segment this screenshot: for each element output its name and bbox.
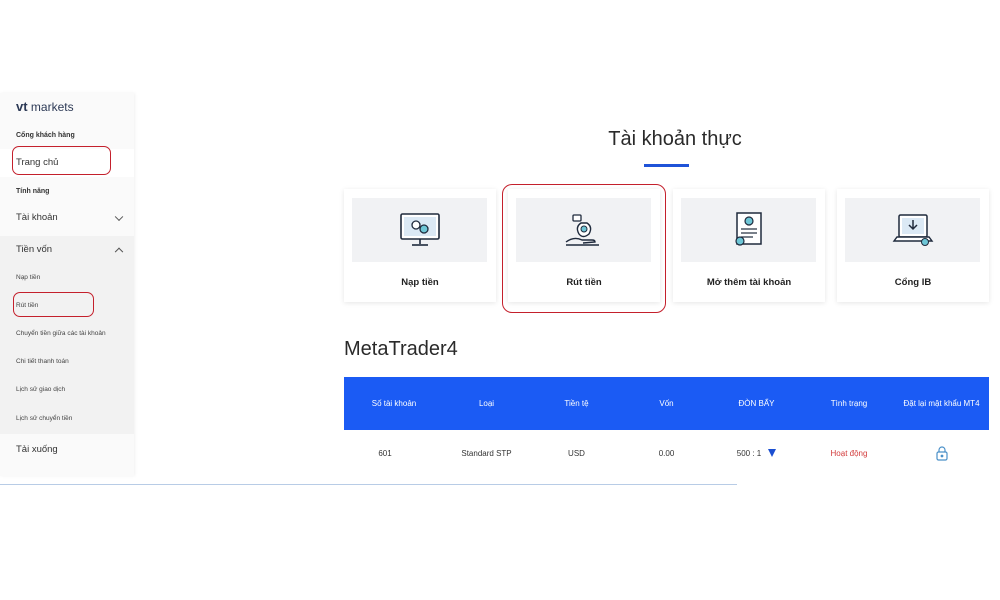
caret-down-icon[interactable] (768, 449, 777, 457)
sidebar-item-label: Tải xuống (16, 444, 58, 455)
card-label: Cổng IB (894, 277, 932, 288)
sidebar-item-label: Tài khoản (16, 212, 58, 223)
card-label: Nạp tiền (401, 277, 439, 288)
account-currency: USD (568, 448, 585, 458)
title-underline (644, 164, 689, 167)
sidebar: vt markets Cổng khách hàng Trang chủ Tín… (0, 93, 134, 476)
laptop-download-icon (892, 214, 933, 246)
sidebar-item-funds[interactable]: Tiền vốn (0, 236, 134, 264)
account-type: Standard STP (461, 448, 512, 458)
leverage-selector[interactable]: 500 : 1 (709, 430, 804, 476)
card-icon-area (845, 198, 980, 262)
lock-reset-icon (935, 446, 948, 461)
reset-password-button[interactable] (894, 430, 989, 476)
account-equity: 0.00 (658, 448, 675, 458)
table-header: Số tài khoản Loại Tiền tệ Vốn ĐÒN BẨY Tì… (344, 377, 989, 430)
account-number: 601 (378, 448, 392, 458)
column-header[interactable]: ĐÒN BẨY (709, 377, 804, 430)
column-header[interactable]: Loại (444, 377, 529, 430)
highlight-ring-withdraw-card (502, 184, 666, 313)
card-icon-area (681, 198, 816, 262)
logo-mark: vt (16, 99, 28, 114)
portal-section-label: Cổng khách hàng (16, 132, 75, 139)
sidebar-item-label: Chuyển tiền giữa các tài khoản (16, 330, 106, 337)
column-header[interactable]: Vốn (624, 377, 709, 430)
card-icon-area (352, 198, 487, 262)
sidebar-item-trade-history[interactable]: Lịch sử giao dịch (0, 376, 134, 404)
certificate-document-icon (734, 212, 762, 246)
sidebar-item-label: Lịch sử chuyển tiền (16, 415, 73, 422)
card-open-account[interactable]: Mở thêm tài khoản (673, 189, 825, 302)
sidebar-item-transfer[interactable]: Chuyển tiền giữa các tài khoản (0, 320, 134, 348)
card-deposit[interactable]: Nạp tiền (344, 189, 496, 302)
sidebar-item-payment-details[interactable]: Chi tiết thanh toán (0, 348, 134, 376)
features-section-label: Tính năng (16, 188, 50, 195)
sidebar-item-downloads[interactable]: Tải xuống (0, 437, 134, 463)
leverage-value: 500 : 1 (736, 448, 762, 458)
sidebar-item-deposit[interactable]: Nạp tiền (0, 264, 134, 292)
table-row: 601 Standard STP USD 0.00 500 : 1 Hoạt đ… (344, 430, 989, 476)
sidebar-item-label: Chi tiết thanh toán (16, 358, 69, 365)
column-header[interactable]: Số tài khoản (344, 377, 444, 430)
highlight-ring-withdraw (13, 292, 94, 317)
sidebar-item-label: Tiền vốn (16, 244, 53, 255)
card-ib-portal[interactable]: Cổng IB (837, 189, 989, 302)
vt-markets-logo[interactable]: vt markets (16, 99, 74, 114)
page-title: Tài khoản thực (608, 128, 742, 150)
status-badge: Hoạt động (830, 448, 868, 458)
divider (0, 484, 737, 485)
sidebar-item-label: Nạp tiền (16, 274, 41, 281)
chevron-down-icon (114, 212, 124, 222)
sidebar-item-account[interactable]: Tài khoản (0, 205, 134, 231)
column-header[interactable]: Tình trạng (804, 377, 894, 430)
sidebar-item-label: Lịch sử giao dịch (16, 386, 66, 393)
sidebar-item-transfer-history[interactable]: Lịch sử chuyển tiền (0, 404, 134, 434)
metatrader-title: MetaTrader4 (344, 338, 458, 360)
column-header[interactable]: Tiền tệ (529, 377, 624, 430)
column-header[interactable]: Đặt lại mật khẩu MT4 (894, 377, 989, 430)
monitor-coins-icon (399, 213, 440, 246)
highlight-ring-home (12, 146, 111, 175)
card-label: Mở thêm tài khoản (706, 277, 792, 288)
chevron-up-icon (114, 247, 124, 257)
logo-text: markets (27, 100, 74, 114)
